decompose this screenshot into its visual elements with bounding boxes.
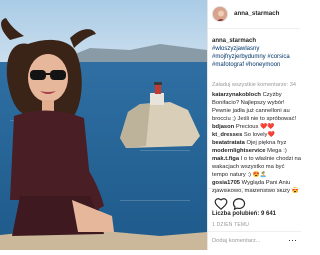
load-all-comments-link[interactable]: Załaduj wszystkie komentarze: 34 (212, 82, 296, 88)
comment-text: Ojej piękna fryz (246, 140, 287, 146)
post-photo[interactable] (0, 0, 207, 250)
comment-username[interactable]: gosia1705 (212, 180, 240, 186)
comment-item: katarzynakobloch Czyżby Bonifacio? Najle… (212, 91, 301, 123)
avatar[interactable] (212, 6, 228, 22)
post-header: anna_starmach (208, 0, 300, 29)
caption-hashtags[interactable]: #wloszyzjawlasny #mojfryzjerbydumny #cor… (212, 46, 290, 68)
caption-username[interactable]: anna_starmach (212, 38, 256, 44)
comments-list: katarzynakobloch Czyżby Bonifacio? Najle… (212, 91, 301, 195)
add-comment-bar: ⋯ (208, 231, 301, 251)
comment-item: mak.t.figa I o to właśnie chodzi na waka… (212, 155, 301, 179)
add-comment-input[interactable] (212, 236, 282, 246)
post-caption: anna_starmach #wloszyzjawlasny #mojfryzj… (212, 37, 300, 69)
comment-username[interactable]: katarzynakobloch (212, 92, 261, 98)
comment-username[interactable]: mak.t.figa (212, 156, 239, 162)
comment-username[interactable]: modernlightservice (212, 148, 265, 154)
comment-item: modernlightservice Mega :) (212, 147, 301, 155)
post-username[interactable]: anna_starmach (234, 10, 279, 17)
photo-scene (0, 0, 207, 250)
post-sidebar: anna_starmach anna_starmach #wloszyzjawl… (207, 0, 301, 251)
comment-text: Precious ❤️❤️ (235, 124, 275, 130)
comment-item: bdjason Precious ❤️❤️ (212, 123, 301, 131)
comment-text: Mega :) (267, 148, 287, 154)
comment-item: beatatratata Ojej piękna fryz (212, 139, 301, 147)
comment-username[interactable]: kt_dresses (212, 132, 242, 138)
avatar-image (213, 7, 227, 21)
comment-icon[interactable] (232, 197, 246, 211)
more-options-icon[interactable]: ⋯ (288, 234, 297, 246)
comment-item: kt_dresses So lovely❤️ (212, 131, 301, 139)
likes-count[interactable]: Liczba polubień: 9 641 (212, 211, 276, 217)
comment-username[interactable]: beatatratata (212, 140, 245, 146)
comment-username[interactable]: bdjason (212, 124, 234, 130)
heart-icon[interactable] (214, 197, 228, 211)
post-date: 1 DZIEŃ TEMU (212, 222, 250, 228)
comment-text: So lovely❤️ (243, 132, 275, 138)
